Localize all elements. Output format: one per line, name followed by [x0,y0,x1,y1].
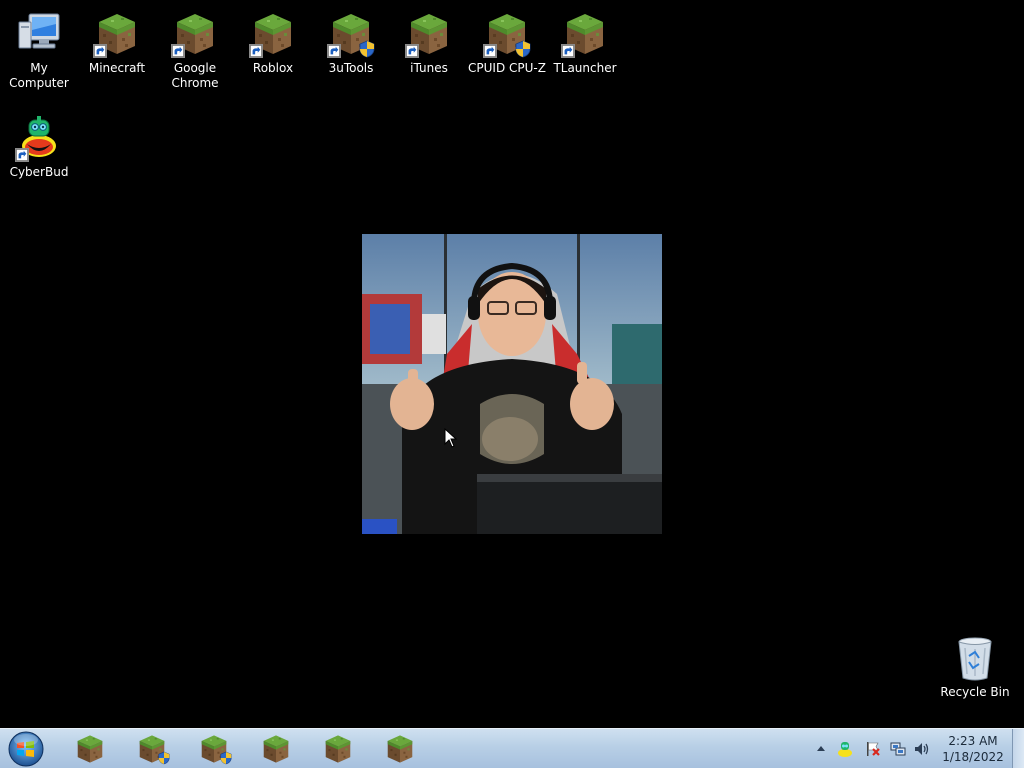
minecraft-grass-block-icon [483,10,531,58]
desktop-icon-cpuid-cpu-z[interactable]: CPUID CPU-Z [468,4,546,76]
desktop-icon-label: Minecraft [88,61,146,75]
shortcut-arrow-icon [327,44,341,58]
desktop[interactable]: My Computer Minecraft Google Chrome Robl… [0,0,1024,728]
minecraft-grass-block-icon [93,10,141,58]
shortcut-arrow-icon [405,44,419,58]
desktop-icon-label: iTunes [410,61,448,75]
start-button[interactable] [6,730,46,768]
desktop-icon-roblox[interactable]: Roblox [234,4,312,76]
uac-shield-icon [359,40,375,58]
desktop-icon-minecraft[interactable]: Minecraft [78,4,156,76]
desktop-icon-label: TLauncher [553,61,617,75]
minecraft-grass-block-icon [325,735,351,763]
desktop-icon-label: My Computer [9,61,69,90]
desktop-icon-cyberbud[interactable]: CyberBud [0,108,78,180]
cyberbud-tray-icon[interactable] [836,740,854,758]
desktop-icon-label: CyberBud [9,165,69,179]
taskbar: 2:23 AM 1/18/2022 [0,728,1024,768]
desktop-icon-my-computer[interactable]: My Computer [0,4,78,91]
shortcut-arrow-icon [93,44,107,58]
minecraft-grass-block-icon [387,735,413,763]
desktop-icon-label: Recycle Bin [940,685,1010,699]
minecraft-grass-block-icon [561,10,609,58]
taskbar-pinned-minecraft-1[interactable] [62,732,116,766]
show-hidden-icons-arrow-icon[interactable] [812,740,830,758]
action-center-flag-icon[interactable] [864,740,882,758]
uac-shield-icon [220,751,232,765]
taskbar-pinned-minecraft-4[interactable] [248,732,302,766]
shortcut-arrow-icon [483,44,497,58]
desktop-icon-recycle-bin[interactable]: Recycle Bin [936,628,1014,700]
wallpaper-photo [362,234,662,534]
uac-shield-icon [158,751,170,765]
volume-icon[interactable] [913,740,931,758]
mouse-pointer-icon [444,428,458,448]
shortcut-arrow-icon [171,44,185,58]
taskbar-clock[interactable]: 2:23 AM 1/18/2022 [936,733,1010,765]
clock-time: 2:23 AM [948,734,998,748]
desktop-icon-google-chrome[interactable]: Google Chrome [156,4,234,91]
computer-icon [15,10,63,58]
clock-date: 1/18/2022 [942,750,1004,764]
desktop-icon-itunes[interactable]: iTunes [390,4,468,76]
desktop-icon-label: 3uTools [328,61,374,75]
desktop-icon-label: Roblox [252,61,294,75]
minecraft-grass-block-icon [171,10,219,58]
minecraft-grass-block-icon [77,735,103,763]
cyberbud-icon [15,114,63,162]
taskbar-pinned-minecraft-5[interactable] [310,732,364,766]
desktop-icon-label: Google Chrome [171,61,219,90]
shortcut-arrow-icon [561,44,575,58]
minecraft-grass-block-icon [263,735,289,763]
shortcut-arrow-icon [249,44,263,58]
taskbar-pinned-minecraft-6[interactable] [372,732,426,766]
uac-shield-icon [515,40,531,58]
desktop-icon-3utools[interactable]: 3uTools [312,4,390,76]
shortcut-arrow-icon [15,148,29,162]
minecraft-grass-block-icon [405,10,453,58]
taskbar-pinned-minecraft-3[interactable] [186,732,240,766]
show-desktop-button[interactable] [1012,729,1024,768]
network-icon[interactable] [889,740,907,758]
taskbar-pinned-minecraft-2[interactable] [124,732,178,766]
desktop-icon-tlauncher[interactable]: TLauncher [546,4,624,76]
minecraft-grass-block-icon [327,10,375,58]
minecraft-grass-block-icon [249,10,297,58]
recycle-bin-icon [951,634,999,682]
desktop-icon-label: CPUID CPU-Z [468,61,546,75]
